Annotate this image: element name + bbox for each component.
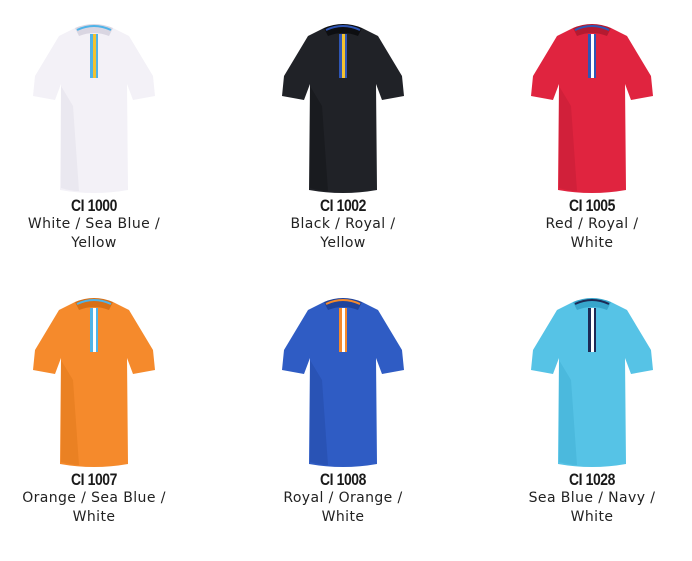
collar-trim xyxy=(342,34,345,78)
product-colors: Black / Royal / xyxy=(290,216,396,232)
polo-shirt-image xyxy=(33,24,155,193)
collar-trim xyxy=(588,308,591,352)
collar-trim xyxy=(90,308,93,352)
polo-shirt-image xyxy=(531,24,653,193)
product-code: CI 1002 xyxy=(320,196,366,215)
collar-trim xyxy=(591,308,594,352)
polo-shirt-image xyxy=(282,24,404,193)
polo-shirt-image xyxy=(531,298,653,467)
product-colors: Yellow xyxy=(71,235,117,251)
product-card[interactable]: CI 1002 Black / Royal / Yellow xyxy=(253,16,433,253)
collar-trim xyxy=(591,34,594,78)
polo-shirt-image xyxy=(282,298,404,467)
collar-trim xyxy=(588,34,591,78)
collar-trim xyxy=(339,34,342,78)
product-code: CI 1005 xyxy=(569,196,615,215)
product-colors: White xyxy=(321,509,365,525)
product-code: CI 1000 xyxy=(71,196,117,215)
product-colors: Orange / Sea Blue / xyxy=(22,490,166,506)
product-code: CI 1007 xyxy=(71,470,117,489)
collar-trim xyxy=(345,34,347,78)
product-colors: White xyxy=(570,235,614,251)
product-card[interactable]: CI 1007 Orange / Sea Blue / White xyxy=(4,290,184,527)
product-card[interactable]: CI 1000 White / Sea Blue / Yellow xyxy=(4,16,184,253)
product-card[interactable]: CI 1028 Sea Blue / Navy / White xyxy=(502,290,682,527)
product-code: CI 1008 xyxy=(320,470,366,489)
product-colors: White xyxy=(72,509,116,525)
collar-trim xyxy=(339,308,342,352)
product-colors: White / Sea Blue / xyxy=(27,216,161,232)
product-colors: Red / Royal / xyxy=(545,216,639,232)
collar-trim xyxy=(96,308,98,352)
collar-trim xyxy=(93,34,96,78)
collar-trim xyxy=(342,308,345,352)
collar-trim xyxy=(594,308,596,352)
product-colors: Yellow xyxy=(320,235,366,251)
collar-trim xyxy=(90,34,93,78)
product-colors: Sea Blue / Navy / xyxy=(528,490,656,506)
product-card[interactable]: CI 1005 Red / Royal / White xyxy=(502,16,682,253)
collar-trim xyxy=(96,34,98,78)
collar-trim xyxy=(345,308,347,352)
collar-trim xyxy=(93,308,96,352)
polo-shirt-image xyxy=(33,298,155,467)
product-colors: Royal / Orange / xyxy=(283,490,403,506)
product-code: CI 1028 xyxy=(569,470,615,489)
collar-trim xyxy=(594,34,596,78)
product-colors: White xyxy=(570,509,614,525)
product-card[interactable]: CI 1008 Royal / Orange / White xyxy=(253,290,433,527)
